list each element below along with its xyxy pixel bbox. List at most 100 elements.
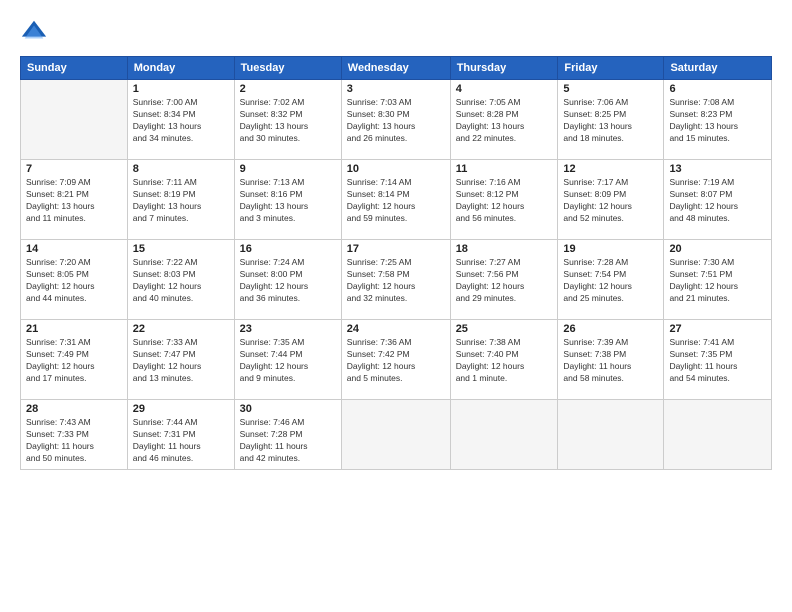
day-info: Sunrise: 7:44 AM Sunset: 7:31 PM Dayligh… xyxy=(133,417,229,465)
day-info: Sunrise: 7:17 AM Sunset: 8:09 PM Dayligh… xyxy=(563,177,658,225)
day-number: 13 xyxy=(669,163,766,175)
day-info: Sunrise: 7:46 AM Sunset: 7:28 PM Dayligh… xyxy=(240,417,336,465)
calendar-cell: 8 Sunrise: 7:11 AM Sunset: 8:19 PM Daylig… xyxy=(127,160,234,240)
day-info: Sunrise: 7:02 AM Sunset: 8:32 PM Dayligh… xyxy=(240,97,336,145)
day-number: 3 xyxy=(347,83,445,95)
calendar-cell: 9 Sunrise: 7:13 AM Sunset: 8:16 PM Daylig… xyxy=(234,160,341,240)
day-info: Sunrise: 7:39 AM Sunset: 7:38 PM Dayligh… xyxy=(563,337,658,385)
day-info: Sunrise: 7:09 AM Sunset: 8:21 PM Dayligh… xyxy=(26,177,122,225)
day-number: 29 xyxy=(133,403,229,415)
day-info: Sunrise: 7:25 AM Sunset: 7:58 PM Dayligh… xyxy=(347,257,445,305)
calendar-cell: 14 Sunrise: 7:20 AM Sunset: 8:05 PM Dayli… xyxy=(21,240,128,320)
weekday-header-tuesday: Tuesday xyxy=(234,57,341,80)
calendar-cell xyxy=(450,400,558,470)
week-row-5: 28Sunrise: 7:43 AM Sunset: 7:33 PM Dayli… xyxy=(21,400,772,470)
day-number: 20 xyxy=(669,243,766,255)
weekday-header-monday: Monday xyxy=(127,57,234,80)
calendar-cell: 27 Sunrise: 7:41 AM Sunset: 7:35 PM Dayli… xyxy=(664,320,772,400)
day-number: 26 xyxy=(563,323,658,335)
calendar-cell: 11 Sunrise: 7:16 AM Sunset: 8:12 PM Dayli… xyxy=(450,160,558,240)
day-number: 1 xyxy=(133,83,229,95)
day-number: 25 xyxy=(456,323,553,335)
day-number: 5 xyxy=(563,83,658,95)
calendar-cell: 17 Sunrise: 7:25 AM Sunset: 7:58 PM Dayli… xyxy=(341,240,450,320)
calendar-cell: 24 Sunrise: 7:36 AM Sunset: 7:42 PM Dayli… xyxy=(341,320,450,400)
day-number: 11 xyxy=(456,163,553,175)
header xyxy=(20,18,772,46)
day-info: Sunrise: 7:36 AM Sunset: 7:42 PM Dayligh… xyxy=(347,337,445,385)
day-info: Sunrise: 7:24 AM Sunset: 8:00 PM Dayligh… xyxy=(240,257,336,305)
day-number: 30 xyxy=(240,403,336,415)
calendar-cell: 10 Sunrise: 7:14 AM Sunset: 8:14 PM Dayli… xyxy=(341,160,450,240)
weekday-header-saturday: Saturday xyxy=(664,57,772,80)
calendar-cell: 29 Sunrise: 7:44 AM Sunset: 7:31 PM Dayli… xyxy=(127,400,234,470)
day-info: Sunrise: 7:20 AM Sunset: 8:05 PM Dayligh… xyxy=(26,257,122,305)
calendar-cell: 15 Sunrise: 7:22 AM Sunset: 8:03 PM Dayli… xyxy=(127,240,234,320)
day-number: 15 xyxy=(133,243,229,255)
weekday-header-thursday: Thursday xyxy=(450,57,558,80)
day-number: 4 xyxy=(456,83,553,95)
day-number: 18 xyxy=(456,243,553,255)
day-info: Sunrise: 7:41 AM Sunset: 7:35 PM Dayligh… xyxy=(669,337,766,385)
calendar-cell: 23Sunrise: 7:35 AM Sunset: 7:44 PM Dayli… xyxy=(234,320,341,400)
calendar-cell: 19 Sunrise: 7:28 AM Sunset: 7:54 PM Dayli… xyxy=(558,240,664,320)
day-info: Sunrise: 7:13 AM Sunset: 8:16 PM Dayligh… xyxy=(240,177,336,225)
calendar-cell: 21 Sunrise: 7:31 AM Sunset: 7:49 PM Dayli… xyxy=(21,320,128,400)
day-number: 17 xyxy=(347,243,445,255)
calendar-cell: 12Sunrise: 7:17 AM Sunset: 8:09 PM Dayli… xyxy=(558,160,664,240)
day-info: Sunrise: 7:19 AM Sunset: 8:07 PM Dayligh… xyxy=(669,177,766,225)
weekday-header-sunday: Sunday xyxy=(21,57,128,80)
calendar-cell: 16 Sunrise: 7:24 AM Sunset: 8:00 PM Dayli… xyxy=(234,240,341,320)
day-info: Sunrise: 7:31 AM Sunset: 7:49 PM Dayligh… xyxy=(26,337,122,385)
calendar-cell: 13 Sunrise: 7:19 AM Sunset: 8:07 PM Dayli… xyxy=(664,160,772,240)
day-info: Sunrise: 7:03 AM Sunset: 8:30 PM Dayligh… xyxy=(347,97,445,145)
day-number: 27 xyxy=(669,323,766,335)
week-row-3: 14 Sunrise: 7:20 AM Sunset: 8:05 PM Dayli… xyxy=(21,240,772,320)
calendar-cell xyxy=(341,400,450,470)
day-number: 24 xyxy=(347,323,445,335)
day-number: 19 xyxy=(563,243,658,255)
week-row-2: 7 Sunrise: 7:09 AM Sunset: 8:21 PM Daylig… xyxy=(21,160,772,240)
day-info: Sunrise: 7:14 AM Sunset: 8:14 PM Dayligh… xyxy=(347,177,445,225)
calendar-cell: 7 Sunrise: 7:09 AM Sunset: 8:21 PM Daylig… xyxy=(21,160,128,240)
day-info: Sunrise: 7:27 AM Sunset: 7:56 PM Dayligh… xyxy=(456,257,553,305)
day-info: Sunrise: 7:06 AM Sunset: 8:25 PM Dayligh… xyxy=(563,97,658,145)
calendar-cell: 26 Sunrise: 7:39 AM Sunset: 7:38 PM Dayli… xyxy=(558,320,664,400)
week-row-1: 1 Sunrise: 7:00 AM Sunset: 8:34 PM Daylig… xyxy=(21,80,772,160)
day-number: 10 xyxy=(347,163,445,175)
day-info: Sunrise: 7:11 AM Sunset: 8:19 PM Dayligh… xyxy=(133,177,229,225)
day-info: Sunrise: 7:35 AM Sunset: 7:44 PM Dayligh… xyxy=(240,337,336,385)
day-info: Sunrise: 7:05 AM Sunset: 8:28 PM Dayligh… xyxy=(456,97,553,145)
calendar-cell: 6Sunrise: 7:08 AM Sunset: 8:23 PM Daylig… xyxy=(664,80,772,160)
calendar-cell: 20 Sunrise: 7:30 AM Sunset: 7:51 PM Dayli… xyxy=(664,240,772,320)
calendar-cell: 1 Sunrise: 7:00 AM Sunset: 8:34 PM Daylig… xyxy=(127,80,234,160)
day-info: Sunrise: 7:28 AM Sunset: 7:54 PM Dayligh… xyxy=(563,257,658,305)
logo-icon xyxy=(20,18,48,46)
day-number: 16 xyxy=(240,243,336,255)
day-info: Sunrise: 7:33 AM Sunset: 7:47 PM Dayligh… xyxy=(133,337,229,385)
day-number: 7 xyxy=(26,163,122,175)
week-row-4: 21 Sunrise: 7:31 AM Sunset: 7:49 PM Dayli… xyxy=(21,320,772,400)
day-info: Sunrise: 7:43 AM Sunset: 7:33 PM Dayligh… xyxy=(26,417,122,465)
day-number: 2 xyxy=(240,83,336,95)
calendar-cell: 30 Sunrise: 7:46 AM Sunset: 7:28 PM Dayli… xyxy=(234,400,341,470)
calendar-cell xyxy=(21,80,128,160)
day-number: 22 xyxy=(133,323,229,335)
day-info: Sunrise: 7:30 AM Sunset: 7:51 PM Dayligh… xyxy=(669,257,766,305)
day-number: 21 xyxy=(26,323,122,335)
day-number: 9 xyxy=(240,163,336,175)
calendar-cell xyxy=(558,400,664,470)
day-number: 8 xyxy=(133,163,229,175)
calendar-table: SundayMondayTuesdayWednesdayThursdayFrid… xyxy=(20,56,772,470)
day-number: 6 xyxy=(669,83,766,95)
calendar-cell xyxy=(664,400,772,470)
day-number: 14 xyxy=(26,243,122,255)
page: SundayMondayTuesdayWednesdayThursdayFrid… xyxy=(0,0,792,612)
calendar-cell: 22 Sunrise: 7:33 AM Sunset: 7:47 PM Dayli… xyxy=(127,320,234,400)
day-info: Sunrise: 7:22 AM Sunset: 8:03 PM Dayligh… xyxy=(133,257,229,305)
calendar-cell: 4 Sunrise: 7:05 AM Sunset: 8:28 PM Daylig… xyxy=(450,80,558,160)
day-info: Sunrise: 7:16 AM Sunset: 8:12 PM Dayligh… xyxy=(456,177,553,225)
calendar-cell: 25Sunrise: 7:38 AM Sunset: 7:40 PM Dayli… xyxy=(450,320,558,400)
calendar-cell: 3 Sunrise: 7:03 AM Sunset: 8:30 PM Daylig… xyxy=(341,80,450,160)
day-info: Sunrise: 7:00 AM Sunset: 8:34 PM Dayligh… xyxy=(133,97,229,145)
